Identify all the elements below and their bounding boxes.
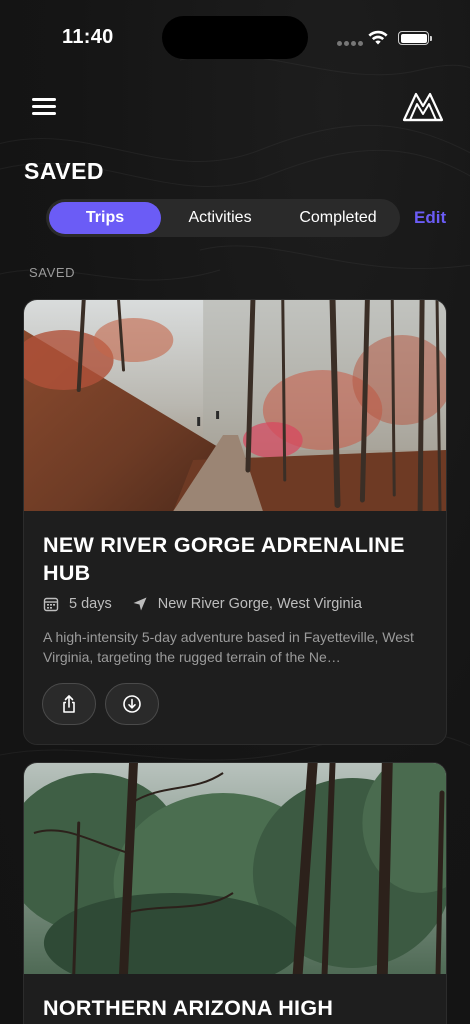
trip-photo-pine-forest	[24, 763, 446, 974]
cellular-signal-icon	[337, 41, 363, 46]
status-time: 11:40	[62, 26, 114, 48]
calendar-icon	[43, 597, 59, 612]
trip-photo-autumn-forest-trail	[24, 300, 446, 511]
app-logo-icon[interactable]	[402, 86, 444, 124]
trip-description: A high-intensity 5-day adventure based i…	[43, 629, 414, 665]
wifi-icon	[368, 30, 388, 45]
status-bar: 11:40	[0, 0, 470, 76]
location-arrow-icon	[133, 597, 147, 611]
trip-card[interactable]: NORTHERN ARIZONA HIGH	[23, 762, 447, 1024]
trip-card[interactable]: NEW RIVER GORGE ADRENALINE HUB 5 days Ne…	[23, 299, 447, 745]
menu-icon[interactable]	[32, 98, 58, 118]
share-icon	[63, 695, 75, 713]
download-button[interactable]	[105, 683, 159, 725]
page-title: SAVED	[24, 158, 105, 184]
download-icon	[123, 695, 141, 713]
trip-location: New River Gorge, West Virginia	[157, 596, 362, 612]
edit-button[interactable]: Edit	[414, 208, 446, 228]
trip-meta: 5 days New River Gorge, West Virginia	[43, 596, 362, 612]
tab-completed[interactable]: Completed	[279, 202, 397, 234]
share-button[interactable]	[42, 683, 96, 725]
trip-title[interactable]: NEW RIVER GORGE ADRENALINE HUB	[43, 531, 423, 587]
trip-duration: 5 days	[69, 596, 112, 612]
trip-type-tabs: Trips Activities Completed	[46, 199, 400, 237]
tab-trips[interactable]: Trips	[49, 202, 161, 234]
dynamic-island	[162, 16, 308, 59]
trip-title[interactable]: NORTHERN ARIZONA HIGH	[43, 994, 423, 1022]
saved-screen: 11:40 SAVED Trips Activities Completed E…	[0, 0, 470, 1024]
battery-icon	[398, 31, 432, 45]
section-label: SAVED	[29, 265, 76, 280]
tab-activities[interactable]: Activities	[161, 202, 279, 234]
